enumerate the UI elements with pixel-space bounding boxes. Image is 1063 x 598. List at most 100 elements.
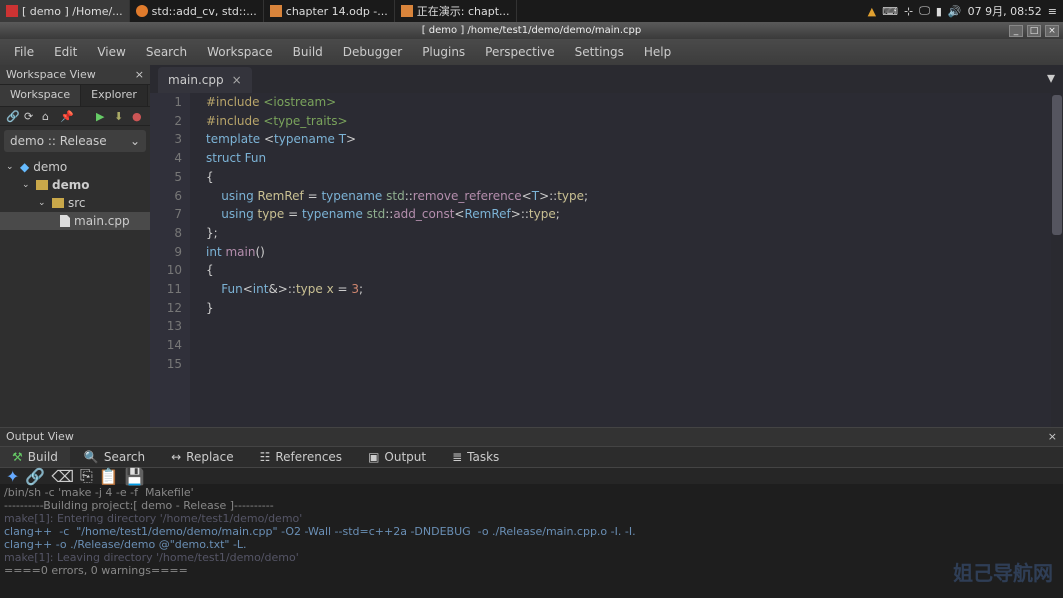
keyboard-icon[interactable]: ⌨ — [882, 5, 898, 18]
menu-workspace[interactable]: Workspace — [197, 45, 283, 59]
tab-close-icon[interactable]: × — [232, 73, 242, 87]
output-tab-replace[interactable]: ↔Replace — [159, 447, 246, 467]
pin-icon[interactable]: 📌 — [60, 110, 72, 122]
code-editor[interactable]: 123456789101112131415 #include <iostream… — [150, 93, 1063, 427]
workspace-tree: ⌄ ◆ demo ⌄ demo ⌄ src main.cpp — [0, 156, 150, 232]
network-icon[interactable]: ⊹ — [904, 5, 913, 18]
output-tab-build[interactable]: ⚒ Build — [0, 447, 70, 467]
battery-icon[interactable]: ▮ — [936, 5, 942, 18]
tray-icon[interactable]: ▲ — [868, 5, 876, 18]
tree-label: demo — [33, 160, 67, 174]
link-icon[interactable]: 🔗 — [25, 467, 45, 486]
clear-icon[interactable]: ⌫ — [51, 467, 74, 486]
output-title-label: Output View — [6, 430, 74, 444]
display-icon[interactable]: 🖵 — [919, 4, 930, 18]
folder-icon — [36, 180, 48, 190]
output-tab-search[interactable]: 🔍 Search — [72, 447, 157, 467]
output-body[interactable]: /bin/sh -c 'make -j 4 -e -f Makefile'---… — [0, 484, 1063, 598]
tab-label: References — [275, 450, 342, 464]
window-title: [ demo ] /home/test1/demo/demo/main.cpp — [422, 25, 642, 36]
maximize-button[interactable]: □ — [1027, 25, 1041, 37]
taskbar-item-presentation[interactable]: chapter 14.odp -... — [264, 0, 395, 22]
menu-icon[interactable]: ≡ — [1048, 5, 1057, 18]
menu-bar: File Edit View Search Workspace Build De… — [0, 39, 1063, 65]
scrollbar-thumb[interactable] — [1052, 95, 1062, 235]
run-icon[interactable]: ▶ — [96, 110, 108, 122]
search-icon: 🔍 — [84, 450, 99, 464]
taskbar-label: chapter 14.odp -... — [286, 5, 388, 18]
tab-workspace[interactable]: Workspace — [0, 85, 81, 106]
taskbar-item-presenting[interactable]: 正在演示: chapt... — [395, 0, 517, 22]
menu-search[interactable]: Search — [136, 45, 197, 59]
menu-view[interactable]: View — [87, 45, 135, 59]
build-config-selector[interactable]: demo :: Release ⌄ — [4, 130, 146, 152]
tree-label: main.cpp — [74, 214, 130, 228]
output-toolbar: ✦ 🔗 ⌫ ⎘ 📋 💾 — [0, 468, 1063, 484]
fold-column[interactable] — [190, 93, 200, 427]
volume-icon[interactable]: 🔊 — [948, 5, 962, 18]
tab-label: Tasks — [467, 450, 499, 464]
tab-label: Output — [384, 450, 426, 464]
list-icon: ≣ — [452, 450, 462, 464]
workspace-panel-title: Workspace View × — [0, 65, 150, 85]
output-close-icon[interactable]: × — [1048, 430, 1057, 444]
tree-folder-src[interactable]: ⌄ src — [0, 194, 150, 212]
paste-icon[interactable]: 📋 — [99, 467, 119, 486]
tabs-menu-icon[interactable]: ▾ — [1039, 62, 1063, 93]
impress-icon — [270, 5, 282, 17]
menu-perspective[interactable]: Perspective — [475, 45, 565, 59]
home-icon[interactable]: ⌂ — [42, 110, 54, 122]
output-tab-tasks[interactable]: ≣ Tasks — [440, 447, 511, 467]
link-icon[interactable]: 🔗 — [6, 110, 18, 122]
workspace-title-label: Workspace View — [6, 68, 96, 81]
output-tab-output[interactable]: ▣Output — [356, 447, 438, 467]
taskbar-item-ide[interactable]: [ demo ] /Home/... — [0, 0, 130, 22]
taskbar-items: [ demo ] /Home/... std::add_cv, std::...… — [0, 0, 868, 22]
menu-help[interactable]: Help — [634, 45, 681, 59]
taskbar-label: [ demo ] /Home/... — [22, 5, 123, 18]
menu-file[interactable]: File — [4, 45, 44, 59]
tab-label: Build — [28, 450, 58, 464]
clock[interactable]: 07 9月, 08:52 — [968, 3, 1042, 19]
menu-debugger[interactable]: Debugger — [333, 45, 412, 59]
nav-icon[interactable]: ⟳ — [24, 110, 36, 122]
stop-icon[interactable]: ● — [132, 110, 144, 122]
editor-tab-main[interactable]: main.cpp × — [158, 67, 252, 93]
tree-workspace-root[interactable]: ⌄ ◆ demo — [0, 158, 150, 176]
tree-project[interactable]: ⌄ demo — [0, 176, 150, 194]
code-content[interactable]: #include <iostream>#include <type_traits… — [200, 93, 1051, 427]
menu-build[interactable]: Build — [283, 45, 333, 59]
output-panel: Output View × ⚒ Build 🔍 Search ↔Replace ☷R… — [0, 427, 1063, 598]
minimize-button[interactable]: _ — [1009, 25, 1023, 37]
os-taskbar: [ demo ] /Home/... std::add_cv, std::...… — [0, 0, 1063, 22]
copy-icon[interactable]: ⎘ — [80, 466, 93, 486]
output-tab-references[interactable]: ☷References — [248, 447, 354, 467]
close-button[interactable]: × — [1045, 25, 1059, 37]
tree-file-main[interactable]: main.cpp — [0, 212, 150, 230]
output-tabs: ⚒ Build 🔍 Search ↔Replace ☷References ▣Out… — [0, 446, 1063, 468]
workspace-panel: Workspace View × Workspace Explorer 🔗 ⟳ … — [0, 65, 150, 427]
tab-label: Search — [104, 450, 145, 464]
save-icon[interactable]: 💾 — [125, 467, 145, 486]
replace-icon: ↔ — [171, 450, 181, 464]
menu-settings[interactable]: Settings — [565, 45, 634, 59]
app-icon — [6, 5, 18, 17]
editor-scrollbar[interactable] — [1051, 93, 1063, 427]
menu-plugins[interactable]: Plugins — [412, 45, 475, 59]
line-gutter: 123456789101112131415 — [150, 93, 190, 427]
system-tray: ▲ ⌨ ⊹ 🖵 ▮ 🔊 07 9月, 08:52 ≡ — [868, 3, 1063, 19]
caret-icon: ⌄ — [6, 162, 16, 172]
workspace-toolbar: 🔗 ⟳ ⌂ 📌 ▶ ⬇ ● — [0, 107, 150, 126]
menu-edit[interactable]: Edit — [44, 45, 87, 59]
window-titlebar[interactable]: [ demo ] /home/test1/demo/demo/main.cpp … — [0, 22, 1063, 39]
pin-icon[interactable]: ✦ — [6, 467, 19, 486]
build-icon[interactable]: ⬇ — [114, 110, 126, 122]
hammer-icon: ⚒ — [12, 450, 23, 464]
file-icon — [60, 215, 70, 227]
tab-explorer[interactable]: Explorer — [81, 85, 148, 106]
editor-tabs: main.cpp × ▾ — [150, 65, 1063, 93]
taskbar-item-browser[interactable]: std::add_cv, std::... — [130, 0, 264, 22]
tree-label: src — [68, 196, 86, 210]
panel-close-icon[interactable]: × — [135, 68, 144, 81]
caret-icon: ⌄ — [38, 198, 48, 208]
